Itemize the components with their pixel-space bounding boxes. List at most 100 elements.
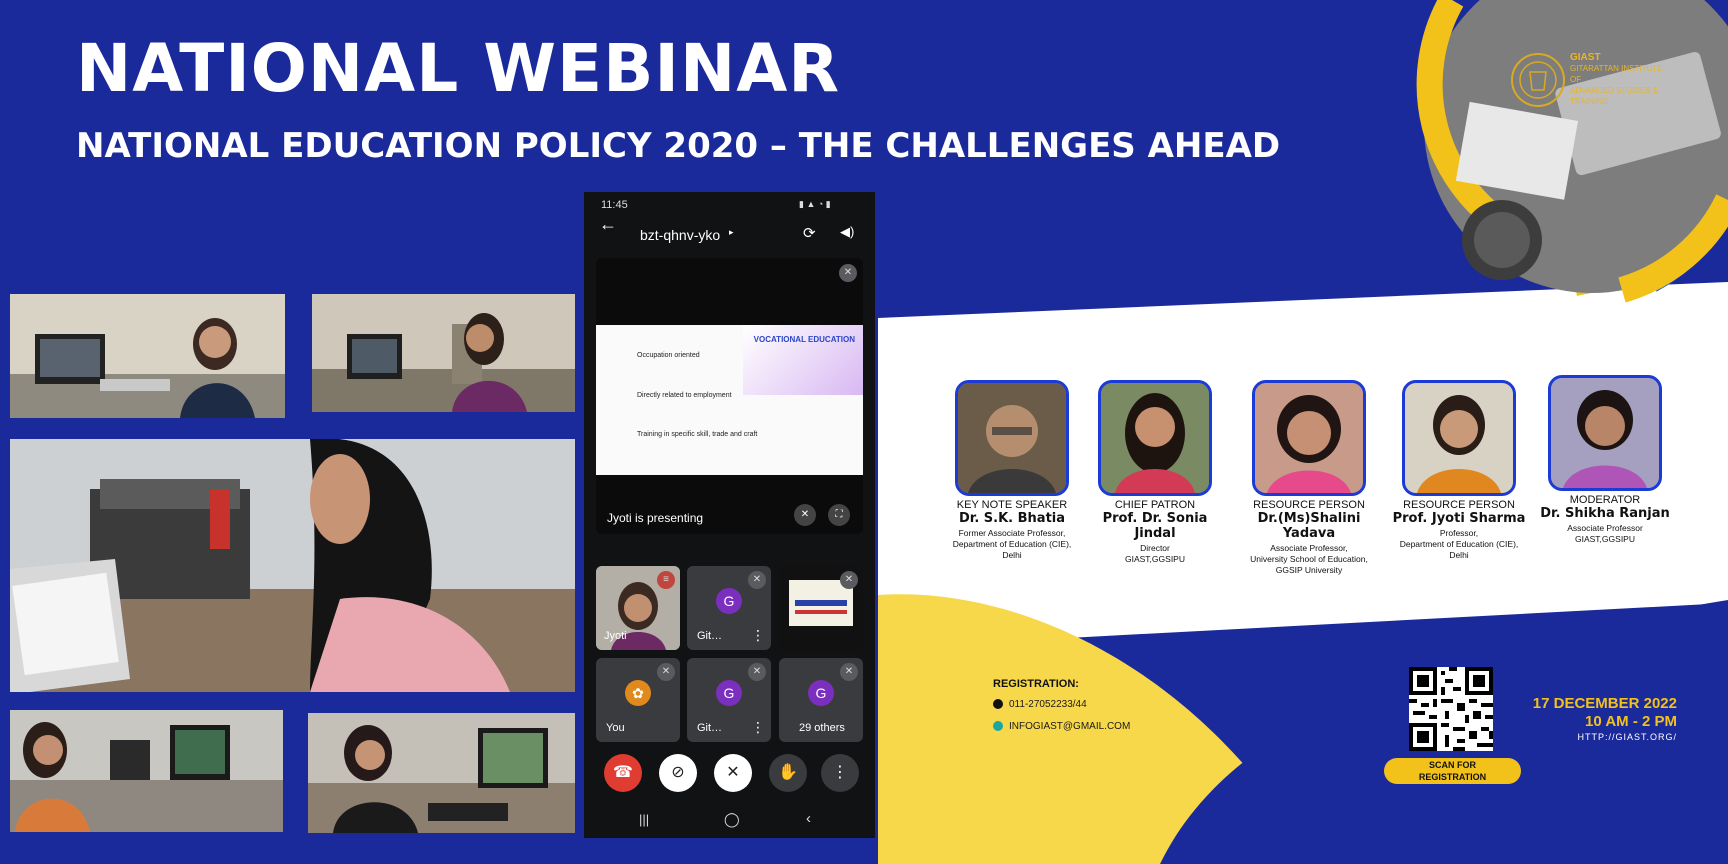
participant-name: You (606, 722, 625, 734)
speaker-name: Prof. Dr. Sonia Jindal (1102, 511, 1208, 541)
speaker-role: RESOURCE PERSON (1253, 499, 1365, 511)
photo-participant-4 (10, 710, 283, 832)
photo-participant-1 (10, 294, 285, 418)
speaker-card: MODERATOR Dr. Shikha Ranjan Associate Pr… (1532, 375, 1678, 545)
speaker-desc: Professor, Department of Education (CIE),… (1399, 528, 1519, 560)
event-date: 17 DECEMBER 2022 (1532, 695, 1677, 712)
avatar (955, 380, 1069, 496)
logo-line-2: ADVANCED STUDIES & (1570, 86, 1659, 95)
avatar: G (716, 680, 742, 706)
slide-title: VOCATIONAL EDUCATION (753, 335, 855, 344)
meet-screenshot: 11:45 ▮ ▲ ◔ ▮ ← bzt-qhnv-yko ▸ ⟳ ◀) ✕ VO… (584, 192, 875, 838)
more-options-icon[interactable]: ⋮ (751, 719, 765, 736)
logo-line-3: TRAINING (1570, 97, 1609, 106)
more-options-icon[interactable]: ⋮ (751, 627, 765, 644)
seal-icon (1511, 53, 1565, 107)
mic-off-icon: ✕ (840, 571, 858, 589)
speaker-desc: Associate Professor GIAST,GGSIPU (1567, 523, 1643, 544)
logo-name: GIAST (1570, 52, 1601, 63)
header-photo (1392, 0, 1728, 310)
speaker-name: Dr. S.K. Bhatia (958, 511, 1066, 526)
mic-off-icon: ✕ (748, 663, 766, 681)
participant-tile[interactable]: ✕ (779, 566, 863, 650)
participant-tile[interactable]: ✕ ✿ You (596, 658, 680, 742)
presenting-label: Jyoti is presenting (607, 511, 704, 525)
chevron-right-icon[interactable]: ▸ (729, 227, 734, 238)
photo-participant-2 (312, 294, 575, 412)
speaker-name: Dr. Shikha Ranjan (1540, 506, 1670, 521)
speaker-role: KEY NOTE SPEAKER (956, 499, 1068, 511)
speaker-card: CHIEF PATRON Prof. Dr. Sonia Jindal Dire… (1083, 380, 1227, 565)
phone-icon (993, 699, 1003, 710)
avatar (1402, 380, 1516, 496)
speaker-desc: Former Associate Professor, Department of… (952, 528, 1072, 560)
presentation-tile[interactable]: ✕ VOCATIONAL EDUCATION Occupation orient… (596, 258, 863, 534)
status-icons: ▮ ▲ ◔ ▮ (799, 199, 831, 209)
participant-name: Git… (697, 630, 723, 642)
more-options-icon[interactable]: ⋮ (821, 754, 859, 792)
contact-phone: 011-27052233/44 (993, 699, 1087, 710)
email-address[interactable]: INFOGIAST@GMAIL.COM (1009, 721, 1130, 732)
event-url[interactable]: HTTP://GIAST.ORG/ (1530, 732, 1677, 742)
avatar: G (716, 588, 742, 614)
speaker-name: Dr.(Ms)Shalini Yadava (1257, 511, 1361, 541)
avatar: G (808, 680, 834, 706)
speaker-card: RESOURCE PERSON Dr.(Ms)Shalini Yadava As… (1233, 380, 1385, 576)
speaker-name: Prof. Jyoti Sharma (1392, 511, 1526, 526)
photo-participant-5 (308, 713, 575, 833)
shared-slide: VOCATIONAL EDUCATION Occupation oriented… (596, 325, 863, 475)
page-title: NATIONAL WEBINAR (76, 30, 841, 107)
end-call-icon[interactable]: ☎ (604, 754, 642, 792)
participant-tile[interactable]: ✕ G 29 others (779, 658, 863, 742)
raise-hand-icon[interactable]: ✋ (769, 754, 807, 792)
mic-off-icon: ✕ (839, 264, 857, 282)
page-subtitle: NATIONAL EDUCATION POLICY 2020 – THE CHA… (76, 126, 1281, 166)
participant-tile[interactable]: ≡ Jyoti (596, 566, 680, 650)
avatar (1548, 375, 1662, 491)
speaker-role: RESOURCE PERSON (1403, 499, 1515, 511)
registration-heading: REGISTRATION: (993, 678, 1079, 690)
speaker-icon[interactable]: ◀) (840, 224, 854, 240)
avatar (1098, 380, 1212, 496)
back-nav-icon[interactable]: ‹ (806, 810, 811, 827)
slide-bullet: Occupation oriented (637, 352, 700, 359)
camera-off-icon[interactable]: ⊘ (659, 754, 697, 792)
home-icon[interactable]: ◯ (724, 811, 740, 828)
switch-camera-icon[interactable]: ⟳ (803, 224, 816, 242)
speaker-desc: Associate Professor, University School of… (1250, 543, 1368, 575)
participant-tile[interactable]: ✕ G Git… ⋮ (687, 658, 771, 742)
participant-tile[interactable]: ✕ G Git… ⋮ (687, 566, 771, 650)
speaker-role: MODERATOR (1569, 494, 1641, 506)
meeting-code[interactable]: bzt-qhnv-yko (640, 227, 720, 243)
speaking-icon: ≡ (657, 571, 675, 589)
event-time: 10 AM - 2 PM (1585, 713, 1677, 730)
giast-logo: GIAST GITARATTAN INSTITUTE OF ADVANCED S… (1508, 50, 1668, 110)
phone-number: 011-27052233/44 (1009, 699, 1087, 710)
mic-off-icon[interactable]: ✕ (714, 754, 752, 792)
logo-line-1: GITARATTAN INSTITUTE OF (1570, 64, 1663, 84)
slide-bullet: Directly related to employment (637, 392, 732, 399)
speaker-card: RESOURCE PERSON Prof. Jyoti Sharma Profe… (1386, 380, 1532, 561)
speaker-card: KEY NOTE SPEAKER Dr. S.K. Bhatia Former … (938, 380, 1086, 561)
contact-email: INFOGIAST@GMAIL.COM (993, 721, 1130, 732)
recent-apps-icon[interactable]: ||| (639, 812, 649, 827)
participant-name: Jyoti (604, 630, 627, 642)
email-icon (993, 721, 1003, 732)
fullscreen-icon[interactable]: ⛶ (828, 504, 850, 526)
scan-label: SCAN FOR (1429, 760, 1476, 770)
others-count: 29 others (799, 722, 845, 734)
participant-name: Git… (697, 722, 723, 734)
mic-off-icon: ✕ (748, 571, 766, 589)
back-arrow-icon[interactable]: ← (599, 214, 617, 235)
mic-off-icon: ✕ (657, 663, 675, 681)
slide-bullet: Training in specific skill, trade and cr… (637, 431, 758, 438)
sunflower-avatar-icon: ✿ (625, 680, 651, 706)
mic-off-icon[interactable]: ✕ (794, 504, 816, 526)
qr-code[interactable] (1409, 667, 1493, 751)
photo-participant-3 (10, 439, 575, 692)
speaker-role: CHIEF PATRON (1114, 499, 1196, 511)
scan-for-registration-badge: SCAN FOR REGISTRATION (1384, 758, 1521, 784)
speaker-desc: Director GIAST,GGSIPU (1125, 543, 1185, 564)
status-time: 11:45 (601, 199, 628, 211)
scan-label: REGISTRATION (1418, 772, 1487, 782)
